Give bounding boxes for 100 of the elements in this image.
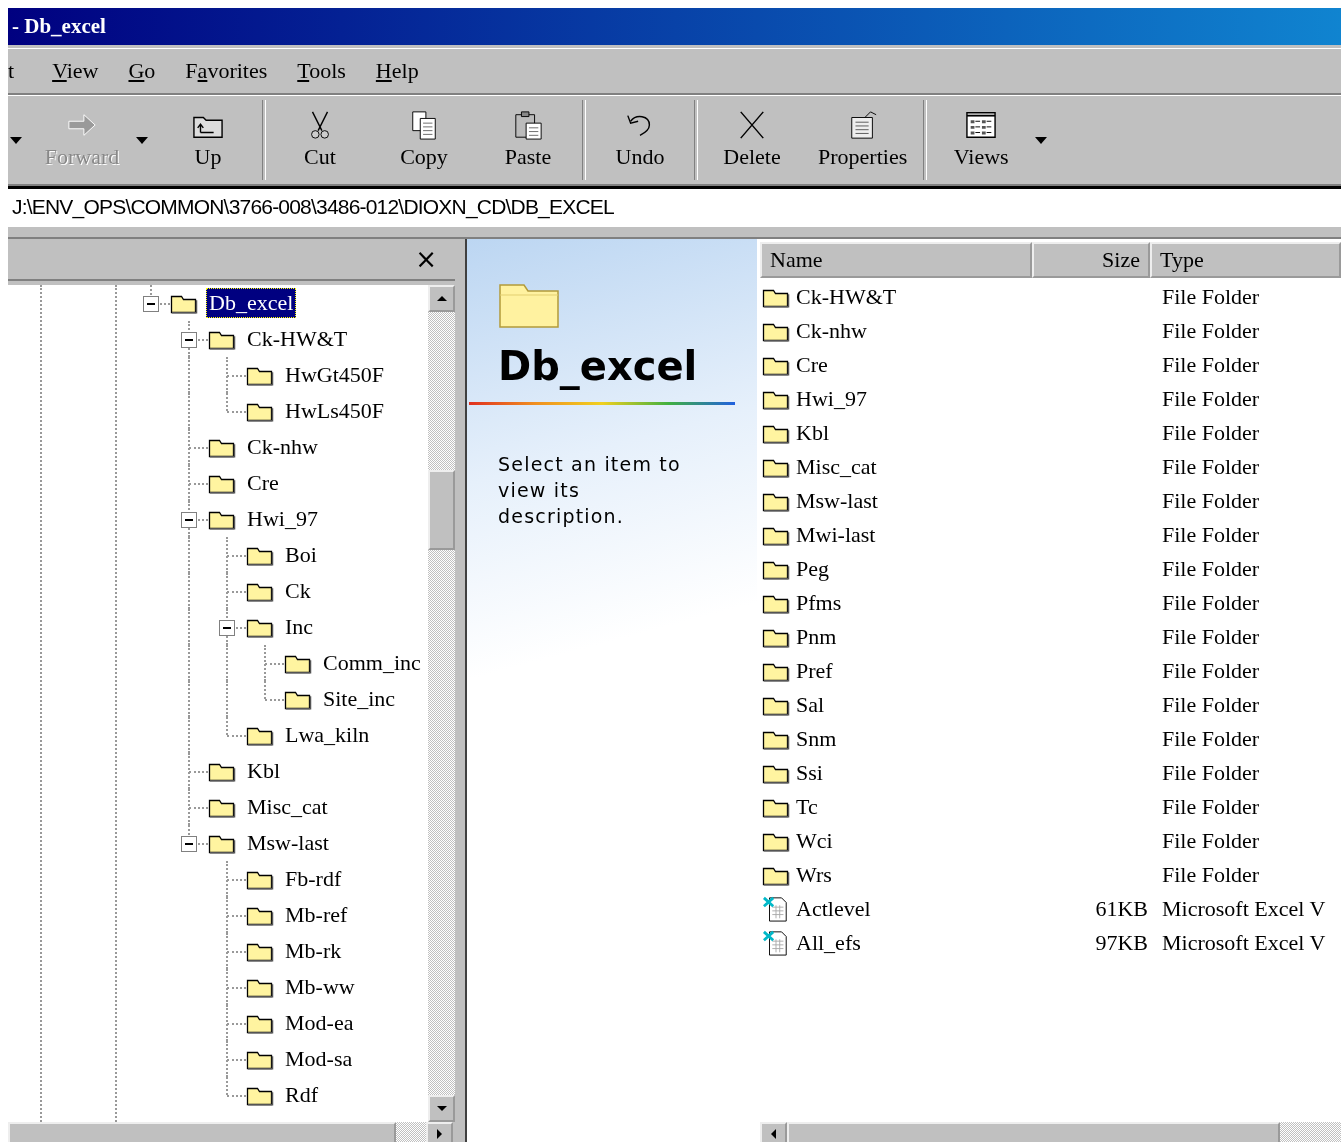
tree-item[interactable]: Msw-last	[244, 828, 332, 858]
properties-button[interactable]: Properties	[804, 96, 922, 184]
tree-item[interactable]: Site_inc	[320, 684, 399, 714]
file-name[interactable]: Misc_cat	[796, 454, 877, 480]
file-size: 97KB	[1095, 930, 1148, 956]
file-name[interactable]: Actlevel	[796, 896, 871, 922]
tree-item[interactable]: Lwa_kiln	[282, 720, 373, 750]
delete-button[interactable]: Delete	[700, 96, 804, 184]
file-name[interactable]: Msw-last	[796, 488, 878, 514]
tree-item[interactable]: Kbl	[244, 756, 283, 786]
file-name[interactable]: Wrs	[796, 862, 832, 888]
menu-item[interactable]: Favorites	[185, 58, 283, 84]
dropdown-arrow-icon[interactable]	[10, 136, 22, 144]
menu-item[interactable]: Help	[375, 58, 434, 84]
menu-item[interactable]: t	[8, 58, 30, 84]
file-name[interactable]: Wci	[796, 828, 833, 854]
tree-item[interactable]: Comm_inc	[320, 648, 424, 678]
close-button[interactable]: ×	[407, 244, 455, 274]
spreadsheet-file-icon	[762, 930, 790, 956]
file-type: File Folder	[1162, 488, 1260, 514]
file-name[interactable]: Tc	[796, 794, 818, 820]
dropdown-arrow-icon[interactable]	[136, 136, 148, 144]
file-name[interactable]: Pref	[796, 658, 833, 684]
scroll-thumb[interactable]	[787, 1122, 1280, 1142]
horizontal-scrollbar[interactable]	[760, 1122, 1341, 1142]
spreadsheet-file-icon	[762, 896, 790, 922]
file-type: File Folder	[1162, 454, 1260, 480]
tree-item[interactable]: HwGt450F	[282, 360, 387, 390]
file-name[interactable]: Snm	[796, 726, 837, 752]
scroll-thumb[interactable]	[428, 470, 455, 550]
address-field[interactable]: J:\ENV_OPS\COMMON\3766-008\3486-012\DIOXN_CD\DB_EXCEL	[8, 186, 1341, 225]
views-button[interactable]: Views	[929, 96, 1034, 184]
tree-item[interactable]: Boi	[282, 540, 320, 570]
cut-button[interactable]: Cut	[268, 96, 372, 184]
file-name[interactable]: Cre	[796, 352, 828, 378]
tree-item[interactable]: Mb-ww	[282, 972, 358, 1002]
scroll-right-button[interactable]	[426, 1122, 453, 1142]
file-name[interactable]: Kbl	[796, 420, 829, 446]
collapse-toggle[interactable]	[181, 836, 197, 852]
scroll-left-button[interactable]	[760, 1122, 787, 1142]
file-name[interactable]: All_efs	[796, 930, 861, 956]
file-type: File Folder	[1162, 318, 1260, 344]
file-type: File Folder	[1162, 624, 1260, 650]
tree-item[interactable]: Rdf	[282, 1080, 321, 1110]
tree-item[interactable]: Cre	[244, 468, 282, 498]
up-button[interactable]: Up	[156, 96, 260, 184]
file-type: File Folder	[1162, 556, 1260, 582]
column-header[interactable]: Name	[760, 242, 1032, 278]
file-type: File Folder	[1162, 726, 1260, 752]
file-type: File Folder	[1162, 386, 1260, 412]
scroll-up-button[interactable]	[428, 285, 455, 312]
vertical-scrollbar[interactable]	[428, 285, 455, 1122]
file-type: File Folder	[1162, 862, 1260, 888]
file-name[interactable]: Ck-nhw	[796, 318, 867, 344]
tree-item[interactable]: Mb-ref	[282, 900, 351, 930]
collapse-toggle[interactable]	[219, 620, 235, 636]
dropdown-arrow-icon[interactable]	[1035, 136, 1048, 144]
tree-item[interactable]: Mod-sa	[282, 1044, 356, 1074]
file-type: File Folder	[1162, 760, 1260, 786]
file-name[interactable]: Pfms	[796, 590, 842, 616]
file-name[interactable]: Ssi	[796, 760, 823, 786]
copy-button[interactable]: Copy	[372, 96, 476, 184]
file-name[interactable]: Hwi_97	[796, 386, 867, 412]
tree-item[interactable]: Misc_cat	[244, 792, 331, 822]
column-header[interactable]: Type	[1150, 242, 1341, 278]
file-type: File Folder	[1162, 794, 1260, 820]
file-name[interactable]: Pnm	[796, 624, 837, 650]
undo-button[interactable]: Undo	[588, 96, 692, 184]
file-type: Microsoft Excel V	[1162, 930, 1326, 956]
file-type: File Folder	[1162, 284, 1260, 310]
tree-item[interactable]: Hwi_97	[244, 504, 321, 534]
file-type: File Folder	[1162, 522, 1260, 548]
file-name[interactable]: Peg	[796, 556, 829, 582]
menu-item[interactable]: Tools	[297, 58, 361, 84]
description-text: Select an item to view its description.	[498, 452, 682, 529]
tree-item[interactable]: Ck	[282, 576, 314, 606]
paste-button[interactable]: Paste	[476, 96, 580, 184]
collapse-toggle[interactable]	[181, 332, 197, 348]
file-type: File Folder	[1162, 352, 1260, 378]
menu-item[interactable]: View	[52, 58, 114, 84]
tree-item[interactable]: Ck-nhw	[244, 432, 321, 462]
collapse-toggle[interactable]	[143, 296, 159, 312]
menu-item[interactable]: Go	[128, 58, 171, 84]
tree-item[interactable]: Fb-rdf	[282, 864, 345, 894]
file-type: File Folder	[1162, 590, 1260, 616]
column-header[interactable]: Size	[1032, 242, 1150, 278]
collapse-toggle[interactable]	[181, 512, 197, 528]
file-name[interactable]: Sal	[796, 692, 825, 718]
file-type: File Folder	[1162, 658, 1260, 684]
tree-item[interactable]: Ck-HW&T	[244, 324, 351, 354]
tree-item[interactable]: Mb-rk	[282, 936, 345, 966]
tree-item[interactable]: Mod-ea	[282, 1008, 357, 1038]
views-grid-icon	[964, 110, 999, 140]
tree-item[interactable]: Db_excel	[206, 288, 297, 318]
tree-item[interactable]: Inc	[282, 612, 317, 642]
file-name[interactable]: Ck-HW&T	[796, 284, 897, 310]
file-name[interactable]: Mwi-last	[796, 522, 876, 548]
file-type: File Folder	[1162, 692, 1260, 718]
tree-item[interactable]: HwLs450F	[282, 396, 387, 426]
scroll-down-button[interactable]	[428, 1095, 455, 1122]
